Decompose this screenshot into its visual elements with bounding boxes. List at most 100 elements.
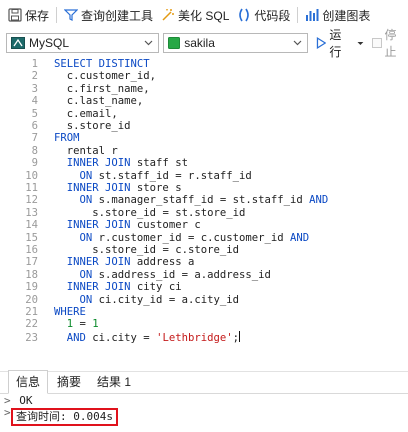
code-indent [54, 318, 67, 330]
magic-wand-icon [161, 8, 175, 22]
code-line[interactable]: 10 ON st.staff_id = r.staff_id [0, 170, 408, 182]
code-line[interactable]: 22 1 = 1 [0, 318, 408, 330]
sql-keyword: INNER JOIN [67, 157, 131, 169]
code-line[interactable]: 2 c.customer_id, [0, 70, 408, 82]
code-line[interactable]: 8 rental r [0, 145, 408, 157]
query-builder-button[interactable]: 查询创建工具 [60, 4, 157, 26]
sql-text: address a [131, 256, 195, 268]
line-number: 3 [0, 83, 54, 95]
code-line[interactable]: 23 AND ci.city = 'Lethbridge'; [0, 331, 408, 343]
code-line[interactable]: 1SELECT DISTINCT [0, 58, 408, 70]
code-line[interactable]: 15 ON r.customer_id = c.customer_id AND [0, 232, 408, 244]
beautify-sql-label: 美化 SQL [178, 7, 229, 24]
sql-keyword: AND [67, 332, 86, 344]
tab-result-1[interactable]: 结果 1 [90, 371, 138, 393]
code-line[interactable]: 6 s.store_id [0, 120, 408, 132]
tab-summary[interactable]: 摘要 [50, 371, 88, 393]
run-button[interactable]: 运行 [316, 26, 364, 60]
line-number: 18 [0, 269, 54, 281]
chevron-down-icon [144, 38, 153, 47]
code-line[interactable]: 9 INNER JOIN staff st [0, 157, 408, 169]
status-line: > OK [0, 396, 408, 406]
line-number: 13 [0, 207, 54, 219]
code-line[interactable]: 20 ON ci.city_id = a.city_id [0, 294, 408, 306]
sql-string: 'Lethbridge' [156, 332, 233, 344]
sql-text: c.customer_id, [67, 70, 156, 82]
code-indent [54, 269, 80, 281]
sql-keyword: ON [80, 294, 93, 306]
line-number: 20 [0, 294, 54, 306]
line-number: 5 [0, 108, 54, 120]
code-line[interactable]: 11 INNER JOIN store s [0, 182, 408, 194]
save-label: 保存 [25, 7, 49, 24]
sql-keyword: INNER JOIN [67, 281, 131, 293]
code-line[interactable]: 5 c.email, [0, 108, 408, 120]
run-label: 运行 [329, 26, 352, 60]
sql-text: ci.city_id = a.city_id [92, 294, 239, 306]
line-number: 12 [0, 194, 54, 206]
code-line[interactable]: 16 s.store_id = c.store_id [0, 244, 408, 256]
sql-keyword: SELECT DISTINCT [54, 58, 150, 70]
code-line[interactable]: 18 ON s.address_id = a.address_id [0, 269, 408, 281]
database-select[interactable]: sakila [163, 33, 307, 53]
beautify-sql-button[interactable]: 美化 SQL [157, 4, 233, 26]
query-time-text: 查询时间: 0.004s [16, 410, 113, 423]
line-number: 23 [0, 332, 54, 344]
code-line[interactable]: 12 ON s.manager_staff_id = st.staff_id A… [0, 194, 408, 206]
code-line[interactable]: 3 c.first_name, [0, 83, 408, 95]
code-indent [54, 294, 80, 306]
code-line[interactable]: 4 c.last_name, [0, 95, 408, 107]
code-indent [54, 194, 80, 206]
line-number: 16 [0, 244, 54, 256]
sql-keyword: ON [80, 269, 93, 281]
line-number: 1 [0, 58, 54, 70]
tab-info[interactable]: 信息 [8, 370, 48, 394]
sql-text: s.address_id = a.address_id [92, 269, 271, 281]
sql-keyword: AND [290, 232, 309, 244]
code-line[interactable]: 19 INNER JOIN city ci [0, 281, 408, 293]
query-time-highlight: 查询时间: 0.004s [11, 408, 118, 426]
sql-text: s.manager_staff_id = st.staff_id [92, 194, 309, 206]
sql-keyword: INNER JOIN [67, 219, 131, 231]
sql-keyword: WHERE [54, 306, 86, 318]
code-line[interactable]: 21WHERE [0, 306, 408, 318]
code-line[interactable]: 13 s.store_id = st.store_id [0, 207, 408, 219]
code-line[interactable]: 14 INNER JOIN customer c [0, 219, 408, 231]
sql-keyword: AND [309, 194, 328, 206]
sql-keyword: ON [80, 232, 93, 244]
sql-editor[interactable]: 1SELECT DISTINCT2 c.customer_id,3 c.firs… [0, 58, 408, 370]
create-chart-button[interactable]: 创建图表 [301, 4, 374, 26]
save-button[interactable]: 保存 [4, 4, 53, 26]
code-line[interactable]: 17 INNER JOIN address a [0, 256, 408, 268]
play-icon [316, 37, 327, 49]
query-builder-label: 查询创建工具 [81, 7, 153, 24]
connection-select[interactable]: MySQL [6, 33, 159, 53]
code-indent [54, 95, 67, 107]
sql-text: ci.city = [86, 332, 156, 344]
result-tabs: 信息 摘要 结果 1 [0, 374, 408, 394]
parentheses-icon [237, 8, 251, 22]
run-dropdown-icon[interactable] [357, 40, 364, 47]
line-number: 19 [0, 281, 54, 293]
code-indent [54, 83, 67, 95]
sql-text: s.store_id = st.store_id [92, 207, 245, 219]
connection-select-value: MySQL [29, 36, 69, 50]
prompt-marker: > [4, 396, 11, 406]
sql-keyword: INNER JOIN [67, 256, 131, 268]
sql-text: st.staff_id = r.staff_id [92, 170, 251, 182]
stop-icon [372, 38, 382, 48]
code-snippet-label: 代码段 [254, 7, 290, 24]
code-snippet-button[interactable]: 代码段 [233, 4, 294, 26]
sql-text: rental r [67, 145, 118, 157]
stop-button[interactable]: 停止 [372, 26, 408, 60]
code-indent [54, 281, 67, 293]
line-number: 6 [0, 120, 54, 132]
code-indent [54, 182, 67, 194]
database-select-value: sakila [184, 36, 215, 50]
sql-text: = [73, 318, 92, 330]
line-number: 17 [0, 256, 54, 268]
query-builder-icon [64, 8, 78, 22]
code-indent [54, 120, 67, 132]
line-number: 4 [0, 95, 54, 107]
code-line[interactable]: 7FROM [0, 132, 408, 144]
